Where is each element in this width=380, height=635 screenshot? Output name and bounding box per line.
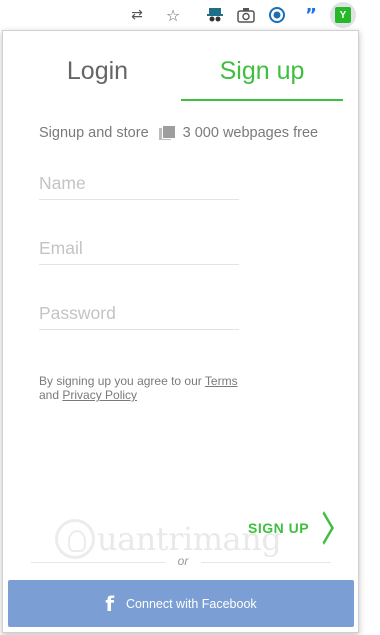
terms-notice: By signing up you agree to our Terms and… bbox=[39, 374, 299, 402]
facebook-button-label: Connect with Facebook bbox=[126, 596, 257, 611]
email-field[interactable] bbox=[39, 233, 239, 265]
incognito-icon[interactable] bbox=[205, 5, 225, 25]
extension-button[interactable]: Y bbox=[330, 2, 356, 28]
bookmark-star-icon[interactable]: ☆ bbox=[163, 5, 183, 25]
signup-button-label: SIGN UP bbox=[248, 520, 310, 536]
facebook-icon: f bbox=[105, 591, 115, 616]
translate-icon[interactable]: ⇄ bbox=[127, 5, 147, 25]
terms-prefix: By signing up you agree to our bbox=[39, 374, 202, 388]
tab-signup[interactable]: Sign up bbox=[181, 57, 343, 93]
signup-popup: Login Sign up Signup and store 3 000 web… bbox=[2, 30, 359, 633]
auth-tabs: Login Sign up bbox=[3, 31, 360, 103]
browser-toolbar: ⇄ ☆ ” Y bbox=[0, 0, 380, 30]
promo-line: Signup and store 3 000 webpages free bbox=[39, 123, 349, 143]
promo-text: Signup and store bbox=[39, 125, 149, 141]
facebook-connect-button[interactable]: f Connect with Facebook bbox=[8, 580, 354, 627]
camera-icon[interactable] bbox=[236, 5, 256, 25]
chevron-right-icon bbox=[314, 511, 334, 545]
or-label: or bbox=[165, 554, 201, 568]
pages-stack-icon bbox=[158, 125, 176, 141]
signup-button[interactable]: SIGN UP bbox=[248, 511, 348, 545]
extension-icon: Y bbox=[335, 7, 351, 23]
promo-quota: 3 000 webpages free bbox=[182, 125, 319, 141]
name-field[interactable] bbox=[39, 168, 239, 200]
quote-icon[interactable]: ” bbox=[301, 5, 321, 26]
tab-login[interactable]: Login bbox=[15, 57, 180, 93]
active-tab-indicator bbox=[181, 99, 343, 101]
terms-link[interactable]: Terms bbox=[205, 374, 238, 388]
watermark-logo-icon bbox=[55, 519, 95, 559]
privacy-policy-link[interactable]: Privacy Policy bbox=[62, 388, 137, 402]
password-field[interactable] bbox=[39, 298, 239, 330]
record-icon[interactable] bbox=[267, 5, 287, 25]
terms-and: and bbox=[39, 388, 60, 402]
